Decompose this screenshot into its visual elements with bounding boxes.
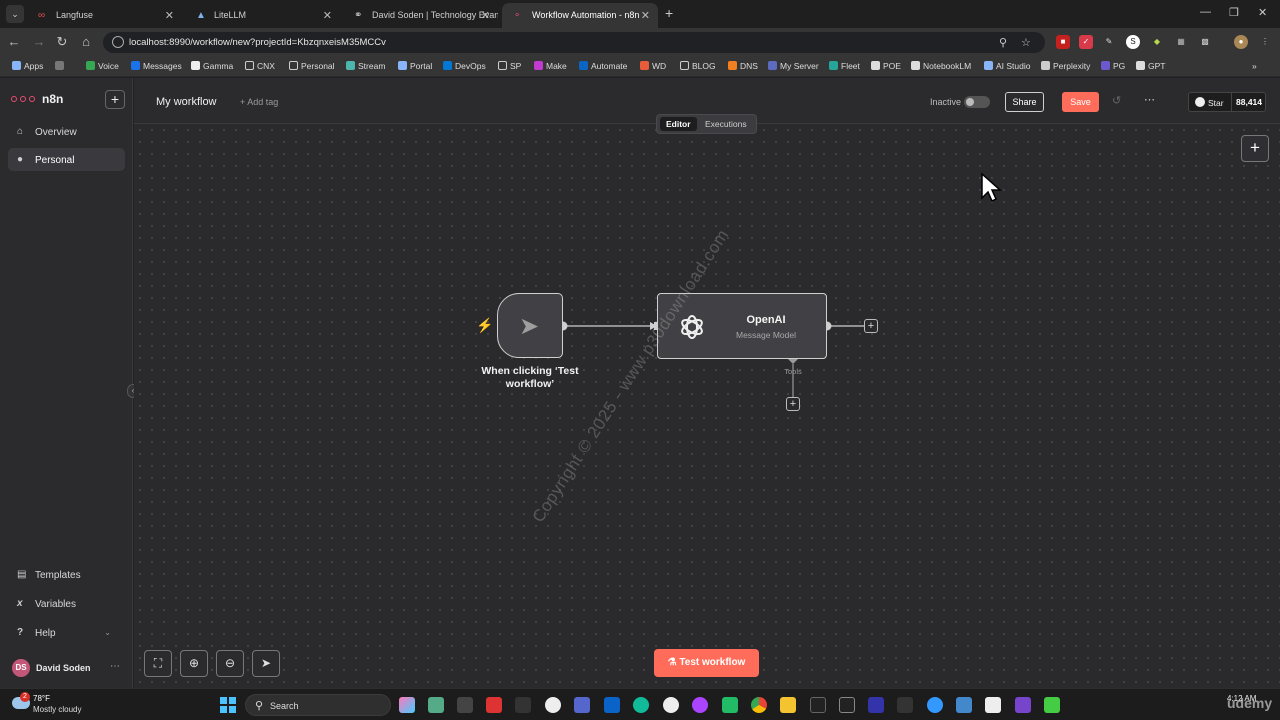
mouse-pointer-icon <box>981 172 1002 203</box>
app-icon[interactable] <box>545 697 561 713</box>
file-explorer-icon[interactable] <box>780 697 796 713</box>
flask-icon: ⚗ <box>667 657 677 668</box>
trigger-node-label: When clicking ‘Test workflow’ <box>481 365 579 390</box>
test-workflow-label: Test workflow <box>679 657 746 668</box>
manual-trigger-node[interactable]: ➤ <box>497 293 563 358</box>
tidy-up-button[interactable]: ➤ <box>252 650 280 677</box>
search-placeholder: Search <box>270 701 299 711</box>
app-icon[interactable] <box>515 697 531 713</box>
tools-label: Tools <box>784 367 802 376</box>
app-icon[interactable] <box>574 697 590 713</box>
add-tool-button[interactable]: + <box>786 397 800 411</box>
app-icon[interactable] <box>457 697 473 713</box>
windows-start-icon[interactable] <box>220 697 236 713</box>
outlook-icon[interactable] <box>604 697 620 713</box>
node-title: OpenAI <box>746 314 786 326</box>
add-next-node-button[interactable]: + <box>864 319 878 333</box>
app-icon[interactable] <box>663 697 679 713</box>
app-icon[interactable] <box>486 697 502 713</box>
app-icon[interactable] <box>897 697 913 713</box>
weather-temp: 78°F <box>33 694 50 703</box>
phone-icon[interactable] <box>722 697 738 713</box>
udemy-watermark: udemy <box>1227 695 1273 711</box>
terminal-icon[interactable] <box>810 697 826 713</box>
weather-badge: 2 <box>20 692 30 702</box>
test-workflow-button[interactable]: ⚗ Test workflow <box>654 649 759 677</box>
app-icon[interactable] <box>956 697 972 713</box>
app-icon[interactable] <box>428 697 444 713</box>
zoom-in-button[interactable]: ⊕ <box>180 650 208 677</box>
lightning-bolt-icon: ⚡ <box>476 317 494 333</box>
app-icon[interactable] <box>985 697 1001 713</box>
messenger-icon[interactable] <box>692 697 708 713</box>
taskbar-search[interactable]: ⚲ Search <box>245 694 391 716</box>
fit-view-button[interactable]: ⛶ <box>144 650 172 677</box>
windows-taskbar: 2 78°F Mostly cloudy ⚲ Search 4:12 AM <box>0 688 1280 720</box>
app-icon[interactable] <box>868 697 884 713</box>
openai-logo-icon <box>681 315 703 339</box>
edge-icon[interactable] <box>633 697 649 713</box>
app-icon[interactable] <box>1015 697 1031 713</box>
cursor-icon: ➤ <box>519 313 540 340</box>
zoom-out-button[interactable]: ⊖ <box>216 650 244 677</box>
app-icon[interactable] <box>839 697 855 713</box>
copilot-icon[interactable] <box>399 697 415 713</box>
app-icon[interactable] <box>927 697 943 713</box>
weather-condition: Mostly cloudy <box>33 705 82 714</box>
chrome-icon[interactable] <box>751 697 767 713</box>
node-subtitle: Message Model <box>735 330 796 340</box>
search-icon: ⚲ <box>255 700 264 712</box>
app-icon[interactable] <box>1044 697 1060 713</box>
